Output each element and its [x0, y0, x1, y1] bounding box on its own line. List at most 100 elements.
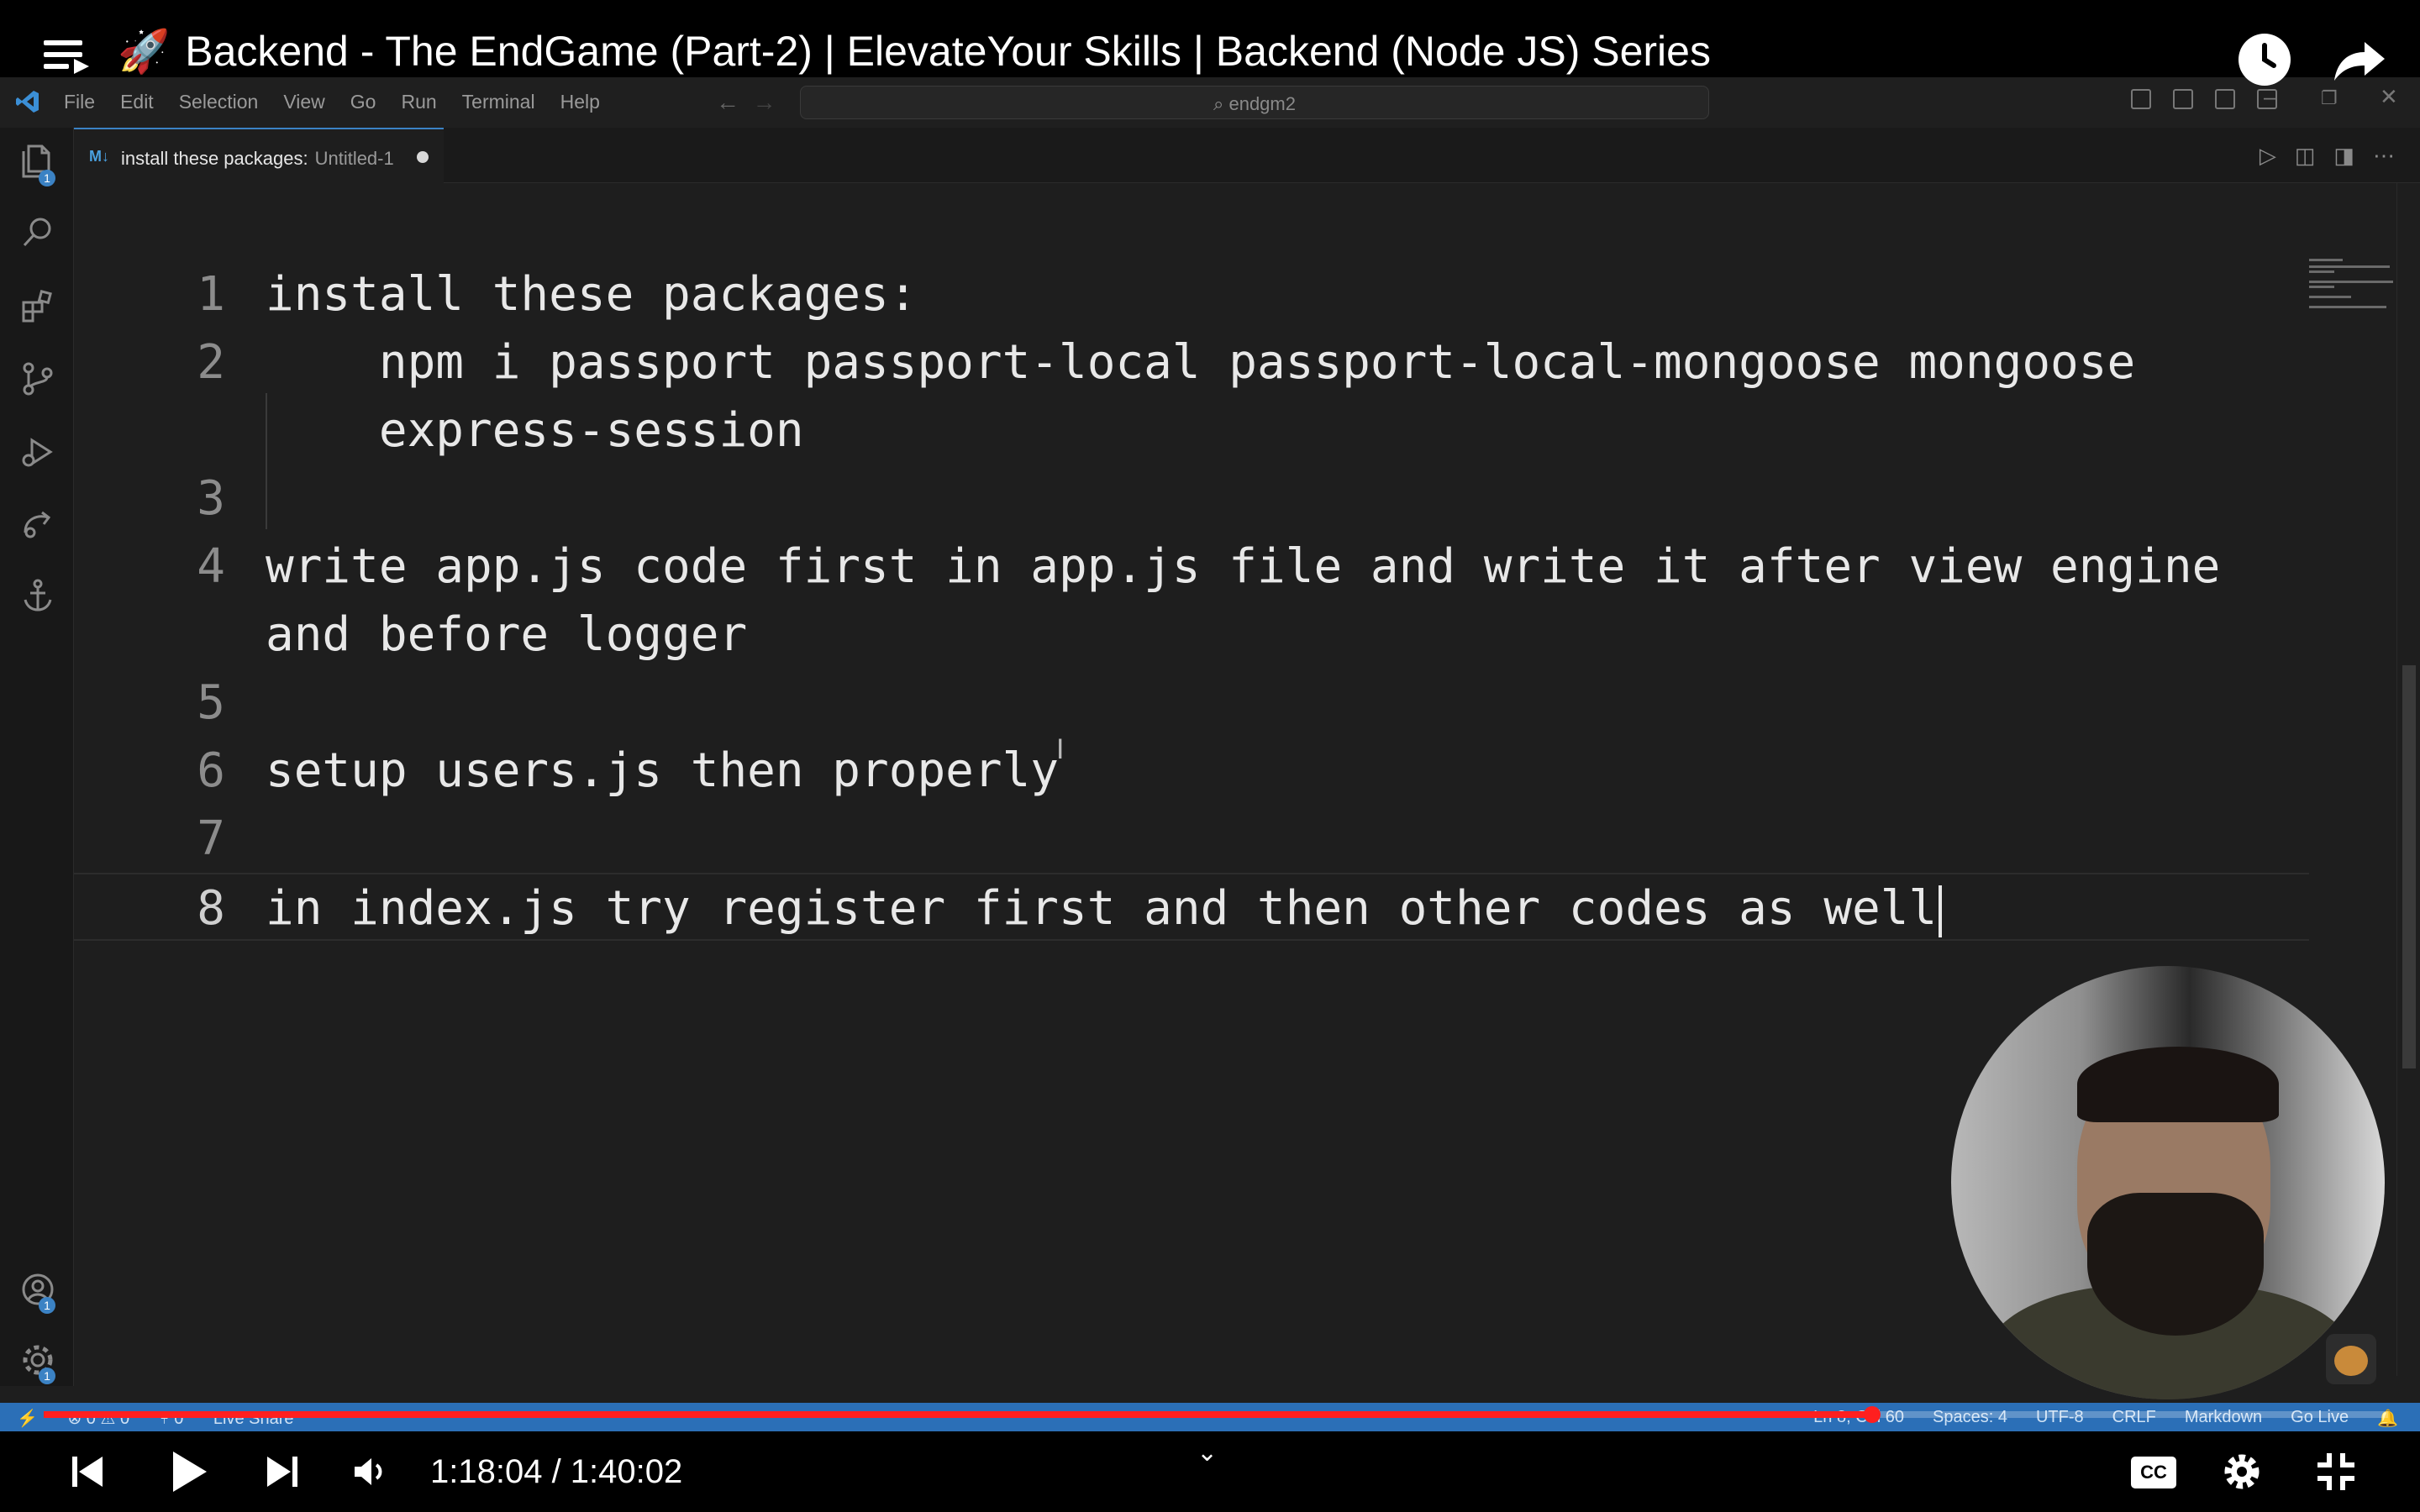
line-text-wrap: in index.js try register first and then … [266, 874, 1943, 942]
search-icon: ⌕ [1213, 93, 1224, 114]
activity-bar: 1 1 1 [0, 128, 74, 1386]
line-number: 6 [197, 743, 225, 798]
more-actions-icon[interactable]: ⋯ [2373, 143, 2395, 169]
line-text: in index.js try register first and then … [266, 881, 1938, 936]
source-control-icon[interactable] [20, 361, 55, 396]
line-text: install these packages: [266, 267, 918, 322]
channel-mascot-icon[interactable] [2326, 1334, 2376, 1384]
line-number: 8 [197, 881, 225, 936]
tab-subtitle: Untitled-1 [314, 148, 394, 169]
toggle-sidebar-icon[interactable] [2131, 89, 2151, 109]
video-time: 1:18:04 / 1:40:02 [430, 1453, 683, 1490]
code-line-5: 5 [74, 669, 2309, 737]
menu-terminal[interactable]: Terminal [462, 91, 535, 113]
line-number: 5 [197, 675, 225, 730]
video-progress-bar[interactable] [44, 1406, 2388, 1423]
search-workspace-name: endgm2 [1228, 93, 1296, 114]
menu-bar: File Edit Selection View Go Run Terminal… [64, 91, 625, 113]
close-icon[interactable]: ✕ [2380, 84, 2398, 110]
playlist-menu-icon[interactable] [44, 40, 89, 74]
progress-played [44, 1411, 1873, 1418]
code-line-2-wrap: express-session [74, 396, 2309, 465]
run-debug-icon[interactable] [20, 435, 55, 470]
vertical-scrollbar[interactable] [2396, 183, 2420, 1376]
menu-help[interactable]: Help [560, 91, 600, 113]
run-file-icon[interactable]: ▷ [2260, 143, 2276, 169]
settings-icon[interactable] [2222, 1452, 2262, 1489]
unsaved-dot-icon[interactable] [417, 151, 429, 163]
markdown-icon: M↓ [89, 148, 109, 165]
line-text: setup users.js then properly [266, 743, 1060, 798]
line-text: npm i passport passport-local passport-l… [266, 335, 2136, 390]
volume-icon[interactable] [351, 1453, 388, 1490]
layout-controls [2131, 89, 2277, 109]
remote-indicator-icon[interactable]: ⚡ [17, 1410, 38, 1428]
remote-explorer-icon[interactable] [20, 507, 55, 543]
text-cursor [1939, 885, 1943, 937]
title-bar: File Edit Selection View Go Run Terminal… [0, 77, 2420, 128]
video-title-text: Backend - The EndGame (Part-2) | Elevate… [185, 28, 1711, 75]
search-text-wrap: ⌕ endgm2 [801, 93, 1708, 115]
presenter-webcam [1951, 966, 2385, 1399]
previous-icon[interactable] [71, 1453, 104, 1490]
youtube-top-bar: 🚀 Backend - The EndGame (Part-2) | Elevat… [0, 0, 2420, 86]
menu-file[interactable]: File [64, 91, 95, 113]
line-text: express-session [266, 403, 804, 458]
open-preview-icon[interactable]: ◫ [2295, 143, 2316, 169]
line-number: 4 [197, 539, 225, 594]
line-text: write app.js code first in app.js file a… [266, 539, 2221, 594]
minimize-icon[interactable]: – [2264, 84, 2275, 110]
code-line-4: 4 write app.js code first in app.js file… [74, 533, 2309, 601]
code-line-8-current: 8 in index.js try register first and the… [74, 873, 2309, 941]
line-number: 2 [197, 335, 225, 390]
video-title[interactable]: 🚀 Backend - The EndGame (Part-2) | Elevat… [118, 30, 1711, 72]
editor-actions: ▷ ◫ ◨ ⋯ [2260, 143, 2395, 169]
code-line-2: 2 npm i passport passport-local passport… [74, 328, 2309, 396]
menu-view[interactable]: View [283, 91, 324, 113]
code-line-4-wrap: and before logger [74, 601, 2309, 669]
line-number: 1 [197, 267, 225, 322]
accounts-badge: 1 [39, 1297, 55, 1314]
captions-button[interactable]: CC [2131, 1457, 2176, 1488]
nav-arrows: ← → [716, 89, 776, 116]
youtube-controls: 1:18:04 / 1:40:02 ⌄ CC [0, 1431, 2420, 1512]
next-icon[interactable] [266, 1453, 299, 1490]
line-number: 7 [197, 811, 225, 866]
chevron-down-icon[interactable]: ⌄ [1197, 1438, 1218, 1467]
code-line-1: 1 install these packages: [74, 260, 2309, 328]
minimap[interactable] [2304, 183, 2396, 318]
explorer-badge: 1 [39, 170, 55, 186]
back-arrow-icon[interactable]: ← [716, 89, 739, 115]
split-editor-icon[interactable]: ◨ [2333, 143, 2354, 169]
vscode-logo-icon [15, 89, 40, 114]
settings-badge: 1 [39, 1368, 55, 1384]
code-line-6: 6 setup users.js then properly [74, 737, 2309, 805]
line-number: 3 [197, 471, 225, 526]
code-line-7: 7 [74, 805, 2309, 873]
scrollbar-thumb[interactable] [2402, 665, 2416, 1068]
mouse-ibeam-icon: I [1056, 733, 1065, 765]
toggle-panel-icon[interactable] [2173, 89, 2193, 109]
exit-fullscreen-icon[interactable] [2316, 1452, 2356, 1490]
forward-arrow-icon[interactable]: → [753, 89, 776, 115]
tab-untitled-1[interactable]: M↓ install these packages: Untitled-1 [74, 128, 444, 183]
anchor-icon[interactable] [20, 578, 55, 613]
command-center-search[interactable]: ⌕ endgm2 [800, 86, 1709, 119]
line-text: and before logger [266, 607, 748, 662]
code-line-3: 3 [74, 465, 2309, 533]
share-icon[interactable] [2329, 34, 2388, 86]
menu-selection[interactable]: Selection [179, 91, 259, 113]
search-icon[interactable] [20, 215, 55, 250]
play-icon[interactable] [170, 1450, 208, 1492]
tab-bar: M↓ install these packages: Untitled-1 ▷ ◫… [74, 128, 2420, 183]
watch-later-icon[interactable] [2238, 34, 2291, 86]
tab-title-text: install these packages: [121, 148, 308, 169]
rocket-icon: 🚀 [118, 28, 171, 75]
extensions-icon[interactable] [20, 289, 55, 324]
tab-title: install these packages: Untitled-1 [121, 148, 394, 170]
menu-go[interactable]: Go [350, 91, 376, 113]
toggle-secondary-sidebar-icon[interactable] [2215, 89, 2235, 109]
menu-edit[interactable]: Edit [120, 91, 154, 113]
restore-icon[interactable]: ❐ [2321, 87, 2338, 109]
menu-run[interactable]: Run [401, 91, 436, 113]
